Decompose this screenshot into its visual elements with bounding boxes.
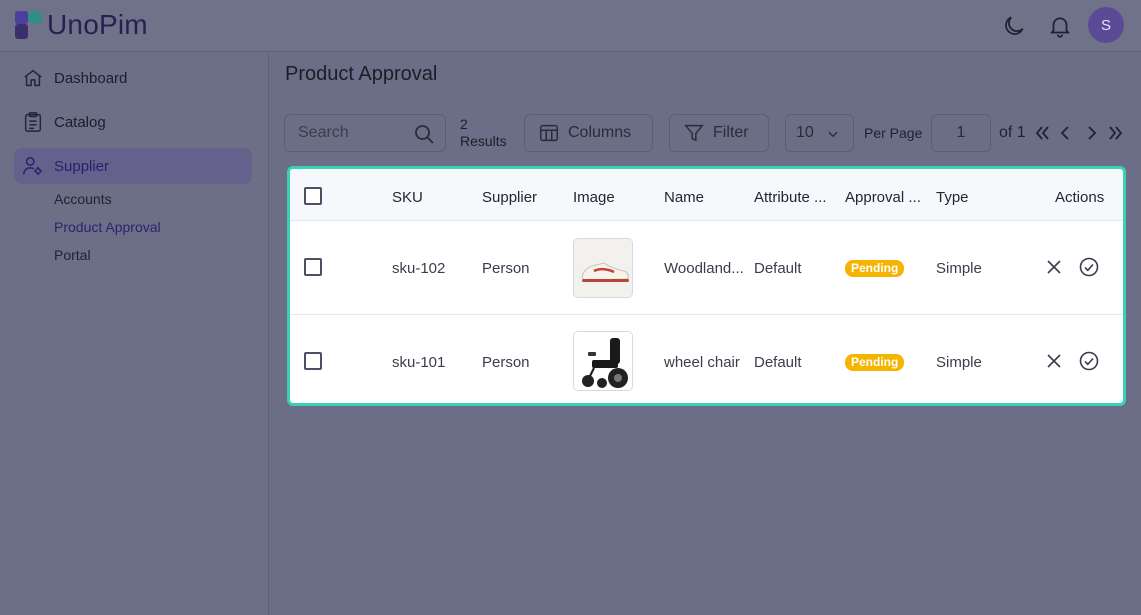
column-header-supplier[interactable]: Supplier <box>482 189 537 206</box>
row-name[interactable]: Woodland... <box>664 260 744 277</box>
sidebar-subitem-accounts[interactable]: Accounts <box>54 191 112 207</box>
wheelchair-image[interactable] <box>573 331 633 391</box>
column-header-actions: Actions <box>1055 189 1105 206</box>
chevron-down-icon <box>828 131 838 138</box>
reject-icon[interactable] <box>1043 350 1065 372</box>
row-supplier: Person <box>482 260 530 277</box>
column-header-type[interactable]: Type <box>936 189 969 206</box>
column-header-image: Image <box>573 189 615 206</box>
results-label: Results <box>460 133 507 149</box>
results-count: 2 Results <box>460 116 507 150</box>
per-page-value: 10 <box>796 124 814 141</box>
logo[interactable]: UnoPim <box>14 9 148 41</box>
page-number-input[interactable]: 1 <box>931 114 991 152</box>
brand-name: UnoPim <box>47 9 148 40</box>
last-page-icon[interactable] <box>1108 123 1124 143</box>
column-header-sku[interactable]: SKU <box>392 189 423 206</box>
columns-button[interactable]: Columns <box>524 114 653 152</box>
sidebar-item-label: Catalog <box>54 113 106 131</box>
search-input[interactable]: Search <box>284 114 446 152</box>
column-header-approval[interactable]: Approval ... <box>845 189 921 206</box>
filter-button[interactable]: Filter <box>669 114 769 152</box>
search-icon[interactable] <box>412 122 436 146</box>
table-row: sku-102 Person Woodland... Default Pendi… <box>290 222 1123 315</box>
results-number: 2 <box>460 116 468 132</box>
product-approval-table: SKU Supplier Image Name Attribute ... Ap… <box>287 166 1126 406</box>
clipboard-icon <box>24 112 42 132</box>
unopim-logo-icon <box>15 11 42 39</box>
users-gear-icon <box>23 157 43 176</box>
row-name[interactable]: wheel chair <box>664 354 740 371</box>
reject-icon[interactable] <box>1043 256 1065 278</box>
next-page-icon[interactable] <box>1086 123 1098 143</box>
sneaker-icon <box>574 239 632 297</box>
row-attribute: Default <box>754 260 802 277</box>
sidebar-item-label: Supplier <box>54 157 110 175</box>
row-type: Simple <box>936 260 982 277</box>
sidebar-item-label: Dashboard <box>54 69 128 87</box>
top-bar: UnoPim S <box>0 0 1141 52</box>
page-title: Product Approval <box>285 63 438 85</box>
per-page-select[interactable]: 10 <box>785 114 854 152</box>
status-badge: Pending <box>845 260 905 277</box>
search-placeholder: Search <box>298 124 349 141</box>
columns-label: Columns <box>568 124 632 141</box>
column-header-attribute[interactable]: Attribute ... <box>754 189 827 206</box>
wheelchair-icon <box>574 332 632 390</box>
table-row: sku-101 Person wheel chair Default Pendi… <box>290 316 1123 403</box>
user-avatar[interactable]: S <box>1088 7 1124 43</box>
status-badge: Pending <box>845 354 905 371</box>
sidebar-subitem-product-approval[interactable]: Product Approval <box>54 219 161 235</box>
previous-page-icon[interactable] <box>1059 123 1071 143</box>
sidebar: Dashboard Catalog Supplier Accounts Prod… <box>0 53 269 615</box>
filter-icon <box>684 124 704 142</box>
row-type: Simple <box>936 354 982 371</box>
row-checkbox[interactable] <box>304 352 322 370</box>
sidebar-item-supplier[interactable]: Supplier <box>14 148 252 184</box>
page-total: of 1 <box>999 124 1026 141</box>
sneaker-image[interactable] <box>573 238 633 298</box>
first-page-icon[interactable] <box>1034 123 1050 143</box>
sidebar-subitem-portal[interactable]: Portal <box>54 247 91 263</box>
per-page-label: Per Page <box>864 125 923 141</box>
approve-icon[interactable] <box>1078 350 1100 372</box>
bell-icon[interactable] <box>1047 13 1073 39</box>
column-header-name[interactable]: Name <box>664 189 704 206</box>
row-sku: sku-101 <box>392 354 446 371</box>
row-checkbox[interactable] <box>304 258 322 276</box>
table-header: SKU Supplier Image Name Attribute ... Ap… <box>290 169 1123 221</box>
row-sku: sku-102 <box>392 260 446 277</box>
current-page: 1 <box>956 124 966 141</box>
filter-label: Filter <box>713 124 749 141</box>
sidebar-item-catalog[interactable]: Catalog <box>14 104 252 140</box>
row-supplier: Person <box>482 354 530 371</box>
home-icon <box>24 69 42 87</box>
sidebar-item-dashboard[interactable]: Dashboard <box>14 60 252 96</box>
moon-icon[interactable] <box>1001 13 1027 39</box>
columns-icon <box>540 124 558 142</box>
row-attribute: Default <box>754 354 802 371</box>
approve-icon[interactable] <box>1078 256 1100 278</box>
select-all-checkbox[interactable] <box>304 187 322 205</box>
